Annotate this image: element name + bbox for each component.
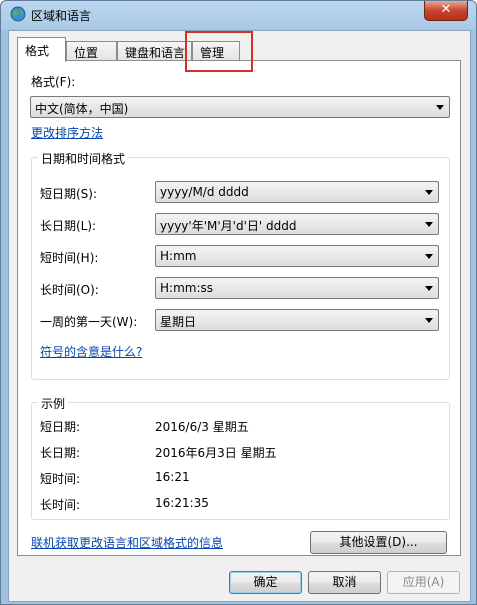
datetime-group-title: 日期和时间格式 xyxy=(38,150,129,167)
tab-location[interactable]: 位置 xyxy=(66,41,117,61)
long-time-select[interactable]: H:mm:ss xyxy=(155,277,439,299)
chevron-down-icon xyxy=(425,318,433,323)
ok-button[interactable]: 确定 xyxy=(229,571,302,594)
apply-button[interactable]: 应用(A) xyxy=(387,571,460,594)
short-time-value: H:mm xyxy=(160,249,197,263)
change-sort-link[interactable]: 更改排序方法 xyxy=(31,124,103,141)
first-day-value: 星期日 xyxy=(160,315,197,329)
example-long-time-label: 长时间: xyxy=(40,498,81,512)
formats-panel: 格式(F): 中文(简体，中国) 更改排序方法 日期和时间格式 短日期(S): … xyxy=(17,60,461,556)
title-bar[interactable]: 区域和语言 ✕ xyxy=(1,1,476,29)
first-day-label: 一周的第一天(W): xyxy=(40,315,138,329)
online-info-link[interactable]: 联机获取更改语言和区域格式的信息 xyxy=(31,534,223,551)
format-select[interactable]: 中文(简体，中国) xyxy=(30,96,450,118)
additional-settings-button[interactable]: 其他设置(D)... xyxy=(310,531,447,554)
short-date-value: yyyy/M/d dddd xyxy=(160,185,249,199)
chevron-down-icon xyxy=(425,222,433,227)
tab-keyboards-languages[interactable]: 键盘和语言 xyxy=(117,41,192,61)
long-time-label: 长时间(O): xyxy=(40,283,99,297)
highlight-annotation xyxy=(185,31,253,72)
example-short-date-value: 2016/6/3 星期五 xyxy=(155,420,249,434)
chevron-down-icon xyxy=(436,105,444,110)
long-date-select[interactable]: yyyy'年'M'月'd'日' dddd xyxy=(155,213,439,235)
chevron-down-icon xyxy=(425,286,433,291)
notation-meaning-link[interactable]: 符号的含意是什么? xyxy=(40,343,142,360)
window-title: 区域和语言 xyxy=(31,9,92,23)
globe-icon xyxy=(10,6,26,22)
long-date-value: yyyy'年'M'月'd'日' dddd xyxy=(160,219,297,233)
region-language-window: 区域和语言 ✕ 格式 位置 键盘和语言 管理 格式(F): 中文(简体，中国) … xyxy=(0,0,477,605)
example-short-date-label: 短日期: xyxy=(40,420,81,434)
examples-group: 示例 短日期: 2016/6/3 星期五 长日期: 2016年6月3日 星期五 … xyxy=(31,395,450,520)
first-day-select[interactable]: 星期日 xyxy=(155,309,439,331)
short-date-label: 短日期(S): xyxy=(40,187,98,201)
long-date-label: 长日期(L): xyxy=(40,219,97,233)
example-long-time-value: 16:21:35 xyxy=(155,496,209,510)
chevron-down-icon xyxy=(425,254,433,259)
example-short-time-label: 短时间: xyxy=(40,472,81,486)
short-time-label: 短时间(H): xyxy=(40,251,99,265)
short-date-select[interactable]: yyyy/M/d dddd xyxy=(155,181,439,203)
chevron-down-icon xyxy=(425,190,433,195)
examples-group-title: 示例 xyxy=(38,395,69,412)
short-time-select[interactable]: H:mm xyxy=(155,245,439,267)
example-long-date-value: 2016年6月3日 星期五 xyxy=(155,446,277,460)
datetime-format-group: 日期和时间格式 短日期(S): yyyy/M/d dddd 长日期(L): yy… xyxy=(31,150,450,380)
example-long-date-label: 长日期: xyxy=(40,446,81,460)
format-value: 中文(简体，中国) xyxy=(35,102,129,116)
tab-formats[interactable]: 格式 xyxy=(17,37,66,62)
close-icon: ✕ xyxy=(440,2,452,17)
format-label: 格式(F): xyxy=(31,75,76,89)
close-button[interactable]: ✕ xyxy=(424,1,468,21)
long-time-value: H:mm:ss xyxy=(160,281,213,295)
cancel-button[interactable]: 取消 xyxy=(308,571,381,594)
dialog-body: 格式 位置 键盘和语言 管理 格式(F): 中文(简体，中国) 更改排序方法 日… xyxy=(8,30,471,602)
example-short-time-value: 16:21 xyxy=(155,470,190,484)
